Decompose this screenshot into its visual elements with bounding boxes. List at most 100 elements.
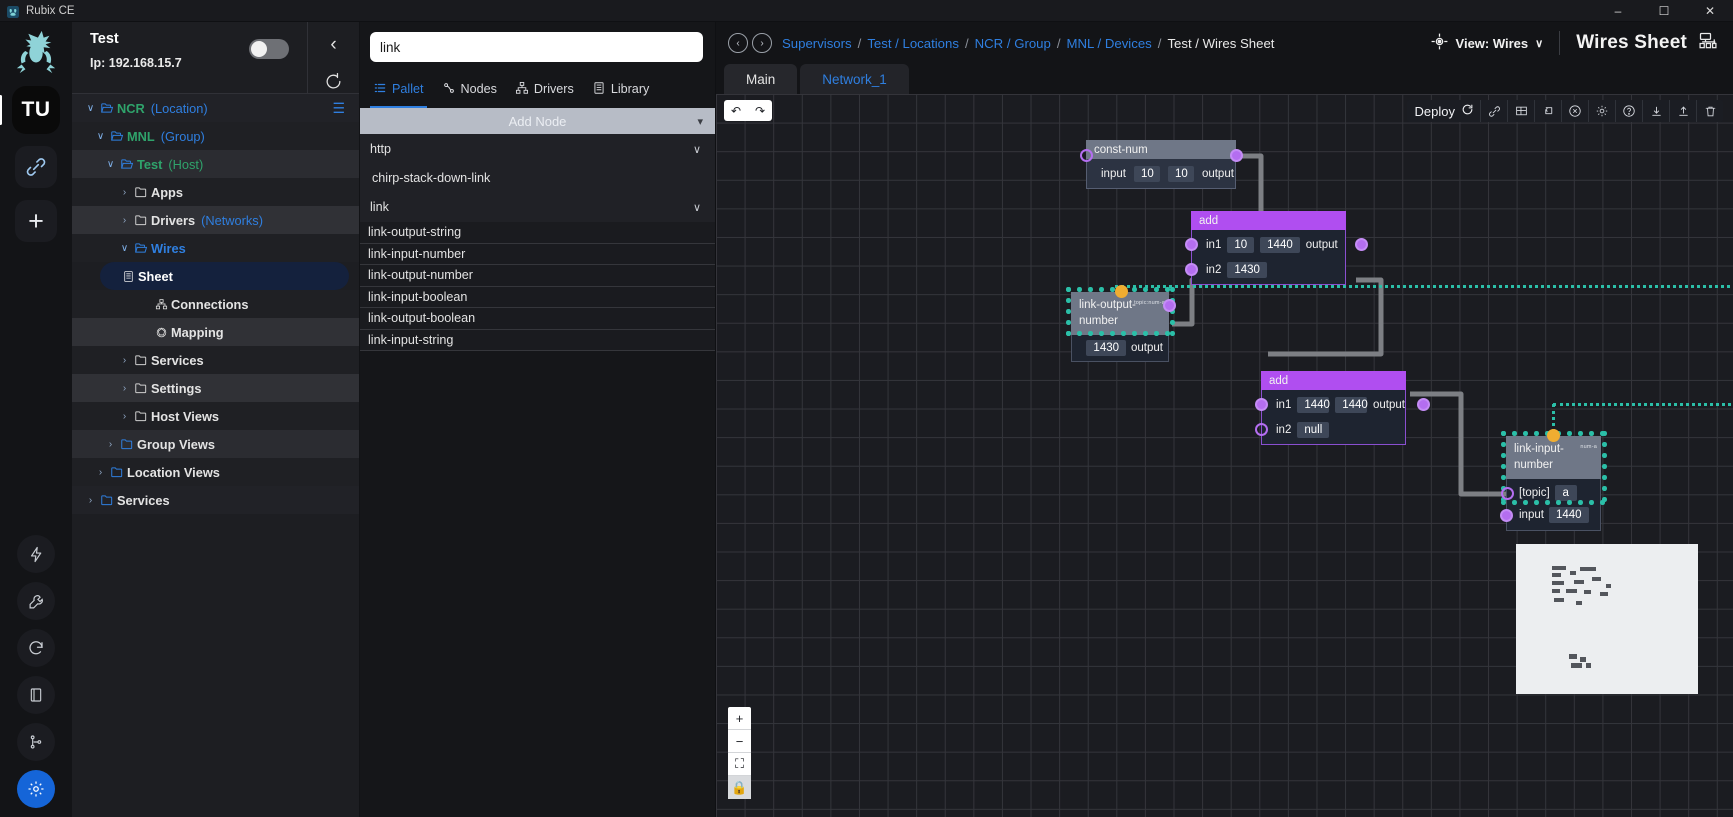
topic-anchor-dot[interactable] [1115, 285, 1128, 298]
tab-library[interactable]: Library [585, 70, 657, 108]
sidebar-item-connections[interactable]: Connections [72, 290, 359, 318]
pallet-node-http[interactable]: http ∨ [360, 134, 715, 164]
in2-value[interactable]: 1430 [1227, 261, 1267, 278]
breadcrumb-item-2[interactable]: NCR / Group [975, 36, 1051, 51]
topic-port[interactable] [1501, 487, 1514, 500]
breadcrumb-item-4[interactable]: Test / Wires Sheet [1167, 36, 1274, 51]
nav-forward-button[interactable]: › [752, 33, 772, 53]
wire-sheet-canvas-container[interactable]: ↶ ↷ Deploy const-num input 10 10 output … [716, 94, 1733, 817]
close-button[interactable]: ✕ [1687, 0, 1733, 22]
wrench-icon[interactable] [17, 582, 55, 620]
undo-button[interactable]: ↶ [724, 100, 748, 121]
input-port[interactable] [1500, 509, 1513, 522]
chevron-right-icon[interactable]: › [104, 439, 117, 450]
add-icon[interactable]: + [15, 200, 57, 242]
sidebar-item-sheet[interactable]: Sheet [100, 262, 349, 290]
chevron-down-icon[interactable]: ∨ [693, 201, 701, 214]
maximize-button[interactable]: ☐ [1641, 0, 1687, 22]
host-enable-toggle[interactable] [249, 39, 289, 59]
tab-drivers[interactable]: Drivers [508, 70, 581, 108]
sidebar-item-group-views[interactable]: › Group Views [72, 430, 359, 458]
pallet-node-link[interactable]: link ∨ [360, 192, 715, 222]
sidebar-item-services[interactable]: › Services [72, 346, 359, 374]
pallet-node-link-input-boolean[interactable]: link-input-boolean [360, 286, 715, 308]
tab-nodes[interactable]: Nodes [435, 70, 504, 108]
output-port[interactable] [1163, 299, 1176, 312]
settings-icon[interactable] [17, 770, 55, 808]
chevron-down-icon[interactable]: ∨ [693, 143, 701, 156]
input-port[interactable] [1080, 149, 1093, 162]
breadcrumb-item-1[interactable]: Test / Locations [867, 36, 959, 51]
pallet-node-chirp-stack-down-link[interactable]: chirp-stack-down-link [360, 164, 715, 192]
canvas-minimap[interactable] [1516, 544, 1698, 694]
gear-icon[interactable] [1588, 100, 1615, 122]
lock-button[interactable]: 🔒 [728, 776, 751, 799]
flash-icon[interactable] [17, 535, 55, 573]
chevron-down-icon[interactable]: ∨ [94, 131, 107, 142]
help-icon[interactable] [1615, 100, 1642, 122]
sidebar-item-location-views[interactable]: › Location Views [72, 458, 359, 486]
add-node-button[interactable]: Add Node ▾ [360, 108, 715, 134]
topic-anchor-dot[interactable] [1547, 429, 1560, 442]
topic-value[interactable]: a [1554, 485, 1577, 501]
minimize-button[interactable]: – [1595, 0, 1641, 22]
breadcrumb-item-0[interactable]: Supervisors [782, 36, 852, 51]
node-add-2[interactable]: add in1 1440 1440 output in2 null [1255, 371, 1430, 445]
chevron-down-icon[interactable]: ∨ [118, 243, 131, 254]
collapse-sidebar-button[interactable]: ‹ [330, 34, 336, 56]
sidebar-item-drivers[interactable]: › Drivers (Networks) [72, 206, 359, 234]
link-icon[interactable] [15, 146, 57, 188]
output-port[interactable] [1355, 238, 1368, 251]
user-avatar[interactable]: TU [0, 86, 60, 134]
in2-port[interactable] [1255, 423, 1268, 436]
pallet-node-link-output-string[interactable]: link-output-string [360, 222, 715, 244]
chevron-right-icon[interactable]: › [94, 467, 107, 478]
wire-sheet-canvas[interactable]: ↶ ↷ Deploy const-num input 10 10 output … [716, 94, 1733, 817]
tab-pallet[interactable]: Pallet [366, 70, 431, 108]
pallet-node-link-output-boolean[interactable]: link-output-boolean [360, 308, 715, 330]
node-link-output-number[interactable]: link-output-number topic:num-a 1430 outp… [1066, 285, 1176, 362]
sidebar-item-settings[interactable]: › Settings [72, 374, 359, 402]
link-icon[interactable] [1480, 100, 1507, 122]
refresh-icon[interactable] [17, 629, 55, 667]
in1-value[interactable]: 1440 [1297, 396, 1330, 413]
input-value[interactable]: 1440 [1548, 507, 1589, 523]
redo-button[interactable]: ↷ [748, 100, 772, 121]
zoom-in-button[interactable]: + [728, 707, 751, 730]
chevron-down-icon[interactable]: ∨ [84, 103, 97, 114]
chevron-down-icon[interactable]: ∨ [104, 159, 117, 170]
book-icon[interactable] [17, 676, 55, 714]
node-const-num[interactable]: const-num input 10 10 output [1080, 140, 1243, 189]
tab-network_1[interactable]: Network_1 [800, 64, 909, 94]
grid-icon[interactable] [1507, 100, 1534, 122]
chevron-right-icon[interactable]: › [118, 215, 131, 226]
sidebar-item-host-views[interactable]: › Host Views [72, 402, 359, 430]
chevron-right-icon[interactable]: › [118, 383, 131, 394]
chevron-right-icon[interactable]: › [84, 495, 97, 506]
zoom-out-button[interactable]: − [728, 730, 751, 753]
output-port[interactable] [1230, 149, 1243, 162]
tree-menu-icon[interactable]: ☰ [332, 100, 345, 117]
in2-port[interactable] [1185, 263, 1198, 276]
search-input[interactable] [370, 32, 703, 62]
sidebar-item-mapping[interactable]: Mapping [72, 318, 359, 346]
sidebar-item-services[interactable]: › Services [72, 486, 359, 514]
undo-arc-icon[interactable] [1534, 100, 1561, 122]
in1-port[interactable] [1185, 238, 1198, 251]
breadcrumb-item-3[interactable]: MNL / Devices [1067, 36, 1152, 51]
view-selector[interactable]: View: Wires ∨ [1430, 32, 1543, 54]
nav-back-button[interactable]: ‹ [728, 33, 748, 53]
chevron-right-icon[interactable]: › [118, 355, 131, 366]
tab-main[interactable]: Main [724, 64, 798, 94]
chevron-right-icon[interactable]: › [118, 187, 131, 198]
import-icon[interactable] [1669, 100, 1696, 122]
pallet-node-link-input-string[interactable]: link-input-string [360, 329, 715, 351]
sidebar-item-apps[interactable]: › Apps [72, 178, 359, 206]
branch-icon[interactable] [17, 723, 55, 761]
deploy-button[interactable]: Deploy [1407, 103, 1480, 119]
sidebar-item-wires[interactable]: ∨ Wires [72, 234, 359, 262]
download-icon[interactable] [1642, 100, 1669, 122]
refresh-tree-button[interactable] [324, 72, 343, 96]
sidebar-item-mnl[interactable]: ∨ MNL (Group) [72, 122, 359, 150]
node-add-1[interactable]: add in1 10 1440 output in2 1430 [1185, 211, 1368, 285]
